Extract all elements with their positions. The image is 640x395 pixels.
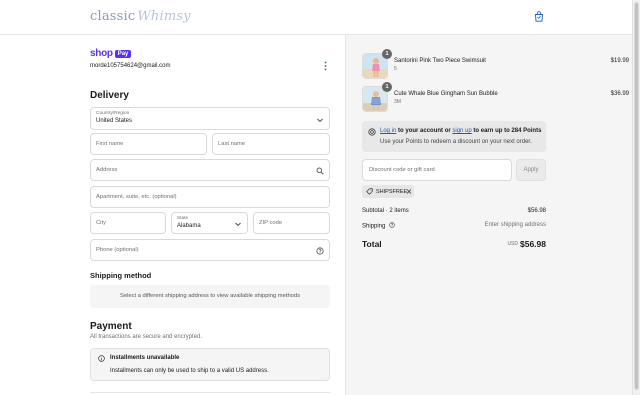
shipping-notice-text: Select a different shipping address to v… [119, 293, 301, 299]
section-divider [90, 392, 330, 393]
city-field[interactable]: City [90, 212, 166, 234]
chevron-down-icon [235, 222, 241, 227]
country-value: United States [96, 118, 133, 124]
phone-field[interactable]: Phone (optional) [90, 239, 330, 261]
country-select[interactable]: Country/Region United States [90, 107, 330, 130]
product-price: $19.99 [610, 58, 629, 64]
subtotal-label: Subtotal · 2 items [362, 208, 409, 214]
product-price: $36.99 [610, 91, 629, 97]
info-icon [98, 355, 105, 362]
state-label: State [177, 216, 189, 221]
product-name: Santorini Pink Two Piece Swimsuit [394, 58, 486, 64]
currency-code: USD [507, 241, 518, 247]
points-message: Log in to your account or sign up to ear… [380, 128, 541, 134]
discount-code-input[interactable]: Discount code or gift card [362, 159, 512, 181]
store-logo[interactable]: classic Whimsy [90, 9, 191, 24]
logo-script-text: Whimsy [137, 9, 191, 24]
product-variant: 3M [394, 99, 401, 105]
order-line-item: 1 Cute Whale Blue Gingham Sun Bubble 3M … [362, 82, 629, 112]
scrollbar-thumb[interactable] [634, 2, 639, 390]
address-field[interactable]: Address [90, 159, 330, 181]
city-placeholder: City [96, 220, 106, 226]
page-scrollbar[interactable] [632, 0, 640, 395]
discount-placeholder: Discount code or gift card [369, 167, 435, 173]
state-select[interactable]: State Alabama [171, 212, 248, 234]
checkout-form: shop Pay morde105754624@gmail.com Delive… [0, 35, 345, 395]
subtotal-value: $56.98 [527, 208, 546, 214]
search-icon [316, 167, 324, 175]
login-link[interactable]: Log in [380, 128, 396, 134]
site-header: classic Whimsy [0, 0, 632, 35]
applied-discount-tag: SHIPSFREE [362, 185, 414, 198]
pay-badge: Pay [114, 49, 132, 58]
payment-subtitle: All transactions are secure and encrypte… [90, 334, 203, 340]
total-row: Total USD $56.98 [362, 239, 546, 251]
product-name: Cute Whale Blue Gingham Sun Bubble [394, 91, 498, 97]
apartment-field[interactable]: Apartment, suite, etc. (optional) [90, 186, 330, 208]
shipping-label-text: Shipping [362, 223, 386, 230]
more-vertical-icon[interactable] [324, 61, 327, 71]
account-email: morde105754624@gmail.com [90, 63, 171, 69]
product-variant: 5 [394, 66, 397, 72]
shipping-method-heading: Shipping method [90, 271, 152, 280]
installments-title: Installments unavailable [110, 355, 180, 361]
tag-icon [366, 188, 373, 195]
shopping-bag-icon[interactable] [534, 11, 544, 22]
discount-code-text: SHIPSFREE [376, 188, 408, 195]
payment-heading: Payment [90, 321, 132, 332]
quantity-badge: 1 [382, 49, 392, 59]
last-name-placeholder: Last name [218, 141, 246, 147]
order-line-item: 1 Santorini Pink Two Piece Swimsuit 5 $1… [362, 49, 629, 79]
chevron-down-icon [317, 118, 323, 123]
zip-placeholder: ZIP code [259, 220, 283, 226]
shop-pay-logo: shop Pay [90, 48, 132, 59]
apartment-placeholder: Apartment, suite, etc. (optional) [96, 194, 177, 200]
state-value: Alabama [177, 223, 201, 229]
shipping-method-notice: Select a different shipping address to v… [90, 285, 330, 308]
shop-logo-text: shop [90, 48, 113, 59]
signup-link[interactable]: sign up [452, 128, 471, 134]
first-name-placeholder: First name [96, 141, 124, 147]
apply-discount-button[interactable]: Apply [516, 159, 546, 181]
order-summary: 1 Santorini Pink Two Piece Swimsuit 5 $1… [345, 35, 632, 395]
shipping-value: Enter shipping address [484, 222, 546, 228]
installments-notice: Installments unavailable Installments ca… [90, 348, 330, 381]
phone-placeholder: Phone (optional) [96, 247, 139, 253]
first-name-field[interactable]: First name [90, 133, 207, 155]
total-label: Total [362, 239, 382, 249]
remove-discount-icon[interactable] [406, 188, 412, 195]
zip-field[interactable]: ZIP code [253, 212, 330, 234]
address-placeholder: Address [96, 167, 118, 173]
help-circle-icon[interactable] [389, 222, 395, 228]
installments-text: Installments can only be used to ship to… [110, 368, 269, 374]
country-label: Country/Region [96, 111, 130, 116]
points-subtext: Use your Points to redeem a discount on … [380, 139, 532, 145]
shipping-label: Shipping [362, 222, 395, 230]
rewards-points-banner: Log in to your account or sign up to ear… [362, 121, 546, 152]
total-value: $56.98 [520, 239, 546, 249]
points-text-middle: to your account or [396, 128, 453, 134]
points-text-end: to earn up to 284 Points [471, 128, 542, 134]
reward-coin-icon [368, 128, 376, 136]
help-circle-icon[interactable] [316, 247, 324, 255]
quantity-badge: 1 [382, 82, 392, 92]
delivery-heading: Delivery [90, 90, 129, 101]
logo-text: classic [90, 9, 136, 24]
last-name-field[interactable]: Last name [212, 133, 330, 155]
